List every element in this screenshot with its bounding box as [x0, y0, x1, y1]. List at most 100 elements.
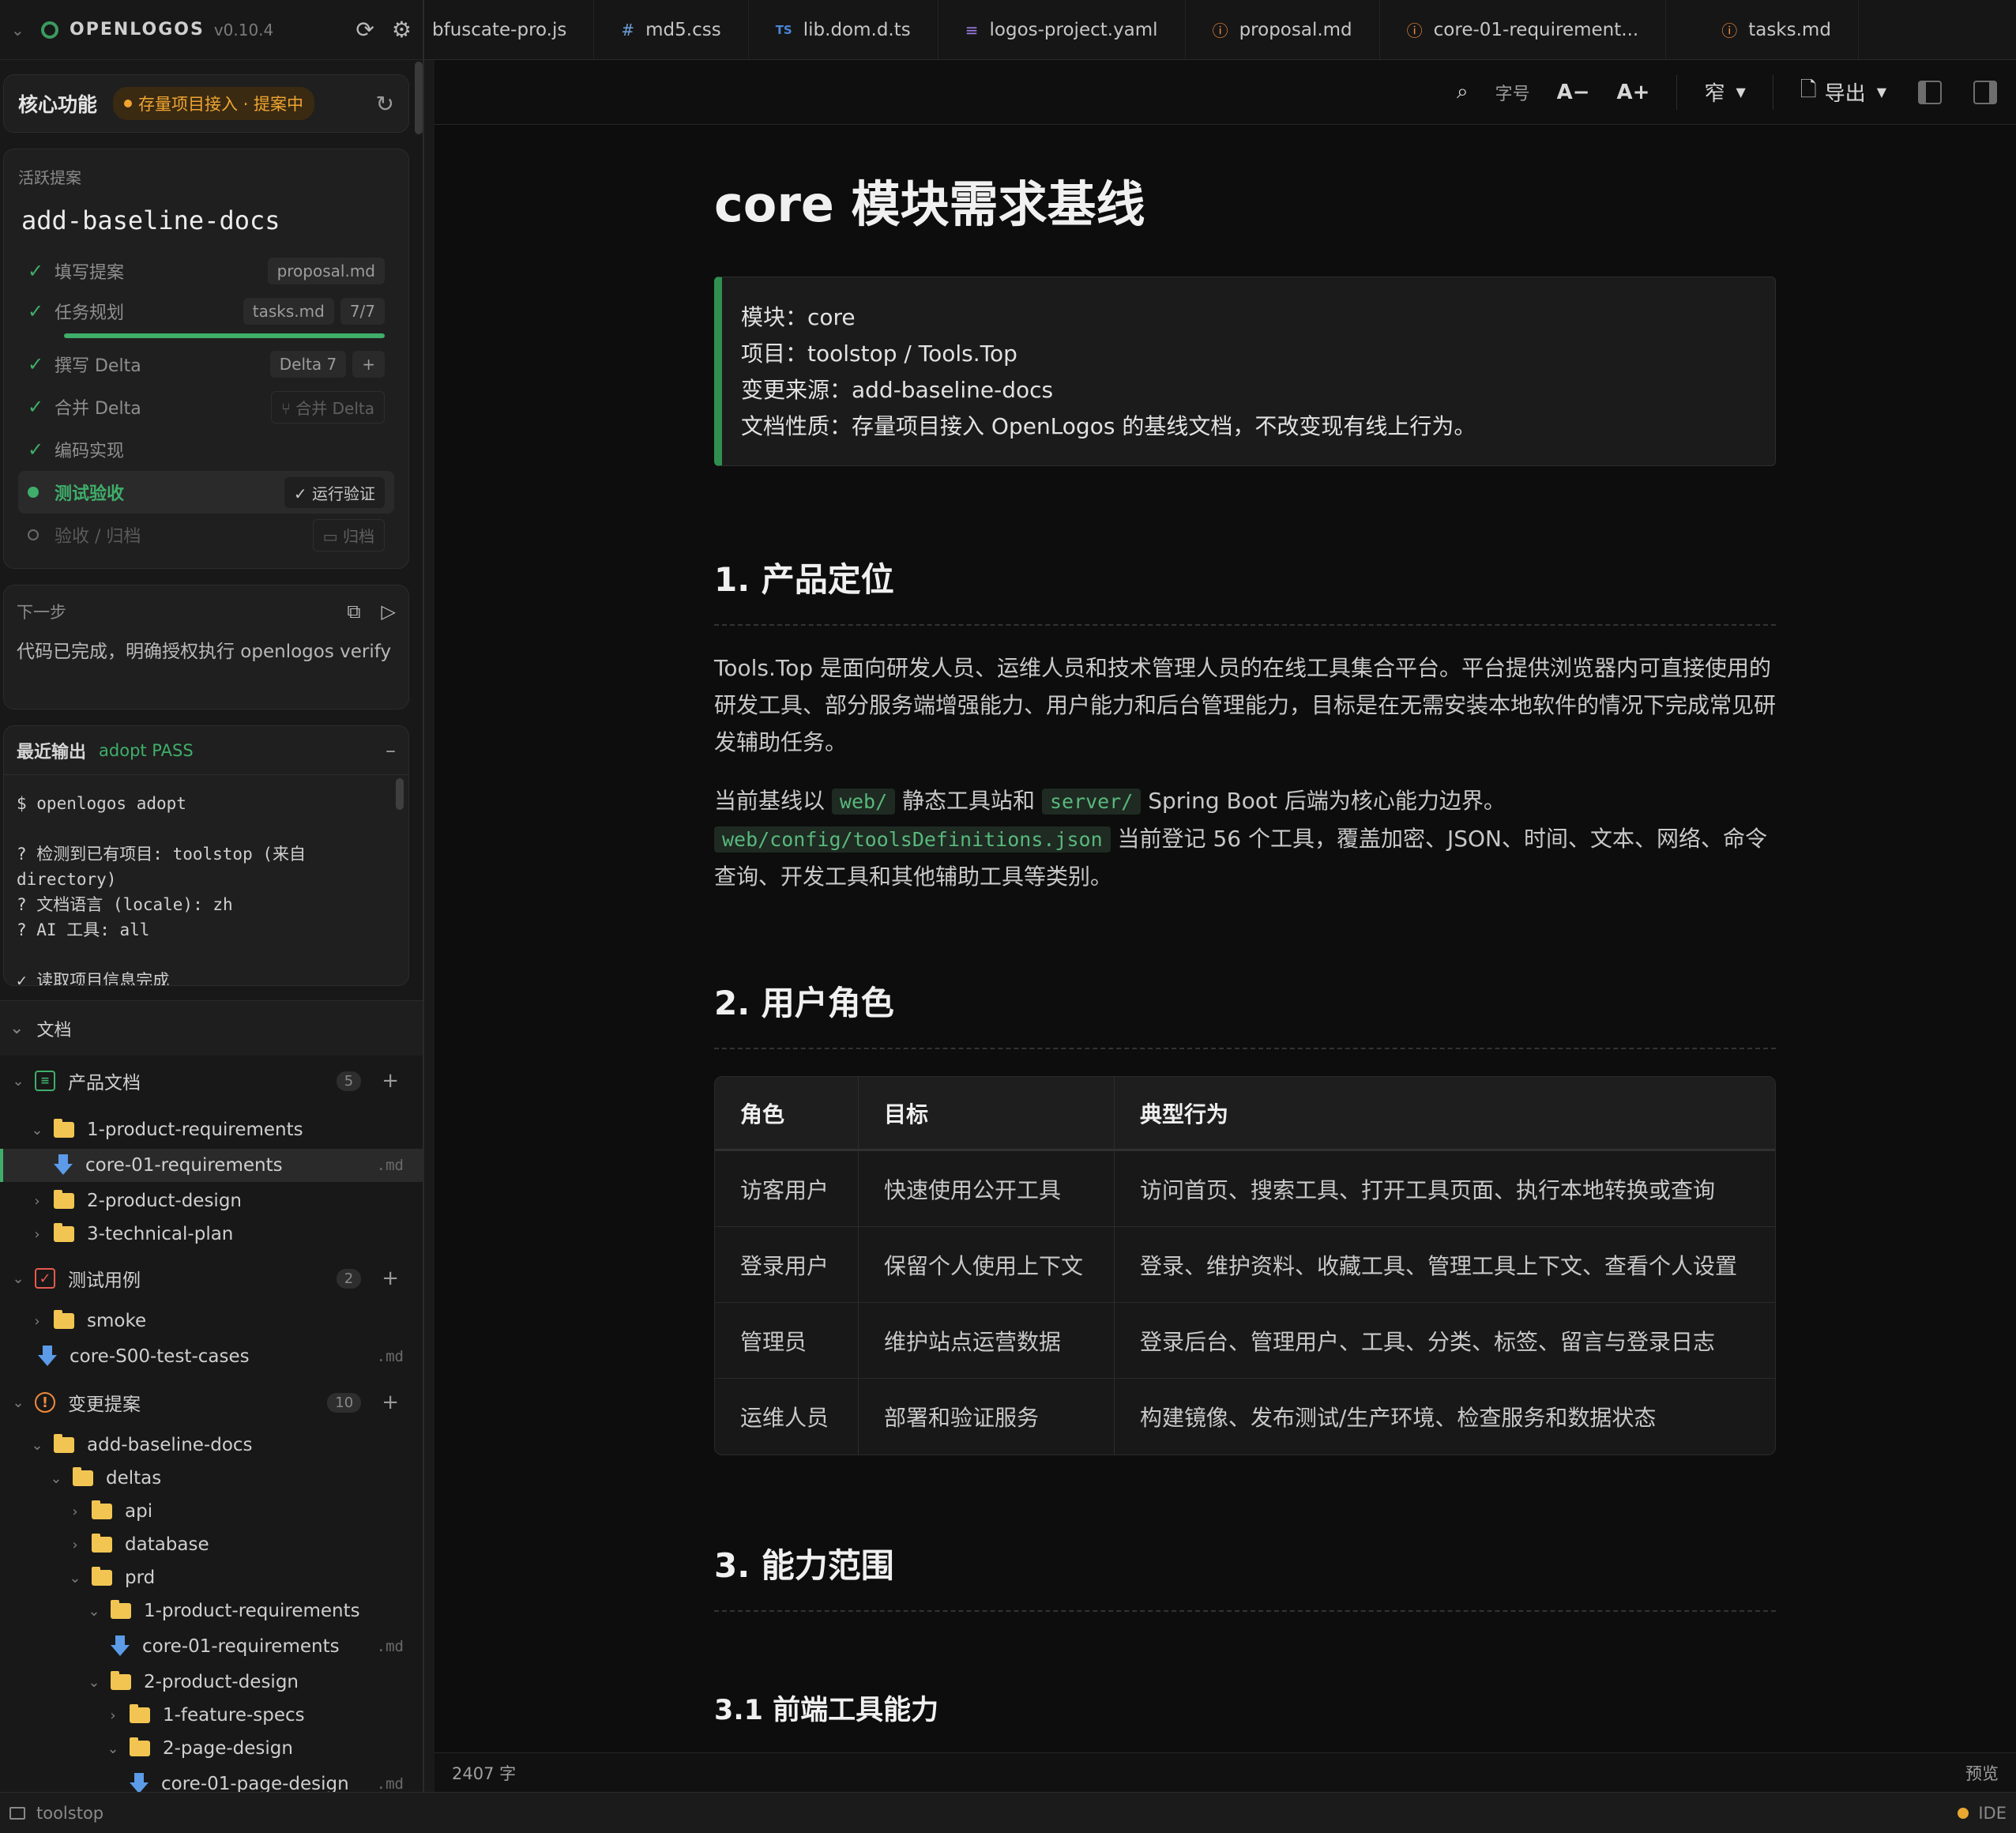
step-label: 撰写 Delta — [55, 356, 141, 376]
tree-folder[interactable]: ⌄ deltas — [0, 1462, 423, 1495]
tree-file[interactable]: core-01-requirements .md — [0, 1630, 423, 1663]
document-status-bar: 2407 字 预览 — [434, 1752, 2016, 1792]
tab-tasks[interactable]: ⓘ tasks.md — [1666, 0, 1859, 59]
folder-icon — [92, 1500, 112, 1519]
app-status-bar: toolstop IDE — [0, 1792, 2016, 1833]
tree-file-selected[interactable]: core-01-requirements .md — [0, 1149, 423, 1182]
toggle-right-panel-icon[interactable] — [1973, 80, 1997, 104]
collapse-icon[interactable]: – — [386, 739, 396, 762]
check-icon: ✓ — [28, 438, 44, 461]
add-icon[interactable]: + — [382, 1391, 399, 1414]
ide-label[interactable]: IDE — [1978, 1804, 2007, 1823]
width-select-value: 窄 — [1704, 82, 1725, 106]
markdown-file-icon — [54, 1154, 73, 1176]
meta-line: 变更来源：add-baseline-docs — [741, 377, 1054, 403]
chevron-down-icon: ⌄ — [50, 1470, 62, 1487]
active-proposal-card: 活跃提案 add-baseline-docs ✓ 填写提案 proposal.m… — [3, 149, 409, 569]
archive-button[interactable]: ▭ 归档 — [312, 518, 385, 551]
run-verify-button[interactable]: ✓ 运行验证 — [284, 476, 385, 508]
table-cell: 访客用户 — [715, 1151, 859, 1227]
add-icon[interactable]: + — [382, 1069, 399, 1093]
preview-mode-toggle[interactable]: 预览 — [1965, 1761, 1999, 1785]
tab-obfuscate-pro[interactable]: bfuscate-pro.js — [424, 0, 595, 59]
tab-proposal[interactable]: ⓘ proposal.md — [1186, 0, 1380, 59]
sync-icon[interactable]: ⟳ — [355, 17, 374, 43]
tree-section-product-docs[interactable]: ⌄ ≡ 产品文档 5 + — [0, 1064, 423, 1097]
tree-folder[interactable]: › api — [0, 1495, 423, 1528]
openlogos-logo-icon — [41, 21, 58, 39]
table-header-cell: 角色 — [715, 1077, 859, 1151]
table-cell: 保留个人使用上下文 — [859, 1227, 1115, 1303]
add-delta-button[interactable]: + — [352, 351, 385, 378]
tree-folder[interactable]: › 1-feature-specs — [0, 1699, 423, 1732]
tree-file[interactable]: core-S00-test-cases .md — [0, 1340, 423, 1373]
sidebar-resize-handle[interactable] — [423, 0, 434, 1792]
delta-count-tag[interactable]: Delta 7 — [269, 351, 347, 378]
markdown-preview: core 模块需求基线 模块：core 项目：toolstop / Tools.… — [434, 125, 2016, 1752]
font-increase-button[interactable]: A+ — [1617, 81, 1650, 104]
copy-icon[interactable]: ⧉ — [347, 600, 360, 623]
sidebar: ⌄ OPENLOGOS v0.10.4 ⟳ ⚙ 核心功能 存量项目接入 · 提案… — [0, 0, 423, 1792]
tree-folder[interactable]: ⌄ add-baseline-docs — [0, 1428, 423, 1462]
table-cell: 管理员 — [715, 1303, 859, 1379]
step-test-acceptance[interactable]: 测试验收 ✓ 运行验证 — [18, 471, 394, 514]
width-select[interactable]: 窄 ▼ — [1704, 77, 1745, 107]
tree-folder[interactable]: ⌄ 1-product-requirements — [0, 1594, 423, 1628]
step-task-planning[interactable]: ✓ 任务规划 tasks.md 7/7 — [18, 292, 394, 330]
step-merge-delta[interactable]: ✓ 合并 Delta ⑂ 合并 Delta — [18, 386, 394, 428]
tab-lib-dom[interactable]: TS lib.dom.d.ts — [749, 0, 938, 59]
tasks-file-tag[interactable]: tasks.md — [243, 298, 334, 325]
docs-section-header[interactable]: ⌄ 文档 — [0, 1000, 423, 1056]
tree-file[interactable]: core-01-page-design .md — [0, 1767, 423, 1792]
tree-folder[interactable]: ⌄ 2-product-design — [0, 1666, 423, 1699]
folder-icon — [92, 1567, 112, 1586]
tree-section-proposals[interactable]: ⌄ ! 变更提案 10 + — [0, 1386, 423, 1419]
search-icon[interactable]: ⌕ — [1457, 80, 1469, 104]
proposal-file-tag[interactable]: proposal.md — [267, 258, 385, 284]
tree-folder[interactable]: ⌄ prd — [0, 1561, 423, 1594]
step-write-proposal[interactable]: ✓ 填写提案 proposal.md — [18, 250, 394, 292]
chevron-down-icon: ⌄ — [31, 1436, 43, 1454]
step-archive[interactable]: 验收 / 归档 ▭ 归档 — [18, 514, 394, 556]
tree-folder[interactable]: › 2-product-design — [0, 1184, 423, 1218]
output-scrollbar[interactable] — [396, 778, 404, 810]
status-dot-icon — [124, 100, 133, 107]
refresh-icon[interactable]: ↻ — [376, 91, 394, 117]
table-row: 管理员 维护站点运营数据 登录后台、管理用户、工具、分类、标签、留言与登录日志 — [715, 1303, 1775, 1379]
export-label: 导出 — [1824, 82, 1866, 106]
folder-icon — [111, 1671, 131, 1690]
alert-circle-icon: ⓘ — [1212, 21, 1228, 40]
chevron-down-icon: ⌄ — [88, 1673, 100, 1691]
table-cell: 构建镜像、发布测试/生产环境、检查服务和数据状态 — [1140, 1405, 1657, 1431]
play-icon[interactable]: ▷ — [382, 600, 396, 623]
chevron-down-icon[interactable]: ⌄ — [11, 21, 28, 40]
tab-core-01-requirements[interactable]: ⓘ core-01-requirement... — [1380, 0, 1667, 59]
export-button[interactable]: 🗋 导出 ▼ — [1800, 75, 1886, 110]
tree-folder[interactable]: › smoke — [0, 1304, 423, 1338]
file-extension: .md — [376, 1775, 404, 1792]
chevron-down-icon: ⌄ — [12, 1394, 24, 1411]
tab-md5-css[interactable]: # md5.css — [594, 0, 749, 59]
step-coding[interactable]: ✓ 编码实现 — [18, 428, 394, 471]
tree-section-label: 测试用例 — [68, 1270, 141, 1291]
merge-delta-button[interactable]: ⑂ 合并 Delta — [270, 390, 385, 423]
add-icon[interactable]: + — [382, 1267, 399, 1290]
tree-folder[interactable]: ⌄ 2-page-design — [0, 1732, 423, 1765]
font-decrease-button[interactable]: A− — [1557, 81, 1590, 104]
tree-folder[interactable]: › database — [0, 1528, 423, 1561]
toggle-left-panel-icon[interactable] — [1918, 80, 1942, 104]
project-name[interactable]: toolstop — [36, 1804, 103, 1823]
tree-section-test-cases[interactable]: ⌄ ✓ 测试用例 2 + — [0, 1262, 423, 1295]
tab-logos-project[interactable]: ≡ logos-project.yaml — [938, 0, 1186, 59]
folder-icon — [111, 1600, 131, 1619]
folder-icon — [54, 1190, 74, 1209]
sidebar-scrollbar[interactable] — [415, 62, 423, 134]
proposal-name[interactable]: add-baseline-docs — [21, 205, 394, 235]
tree-folder[interactable]: › 3-technical-plan — [0, 1218, 423, 1251]
tree-folder[interactable]: ⌄ 1-product-requirements — [0, 1113, 423, 1146]
step-write-delta[interactable]: ✓ 撰写 Delta Delta 7 + — [18, 343, 394, 386]
file-extension: .md — [376, 1348, 404, 1365]
caret-down-icon: ▼ — [1736, 85, 1746, 100]
gear-icon[interactable]: ⚙ — [392, 17, 412, 43]
table-cell: 登录后台、管理用户、工具、分类、标签、留言与登录日志 — [1115, 1303, 1775, 1379]
